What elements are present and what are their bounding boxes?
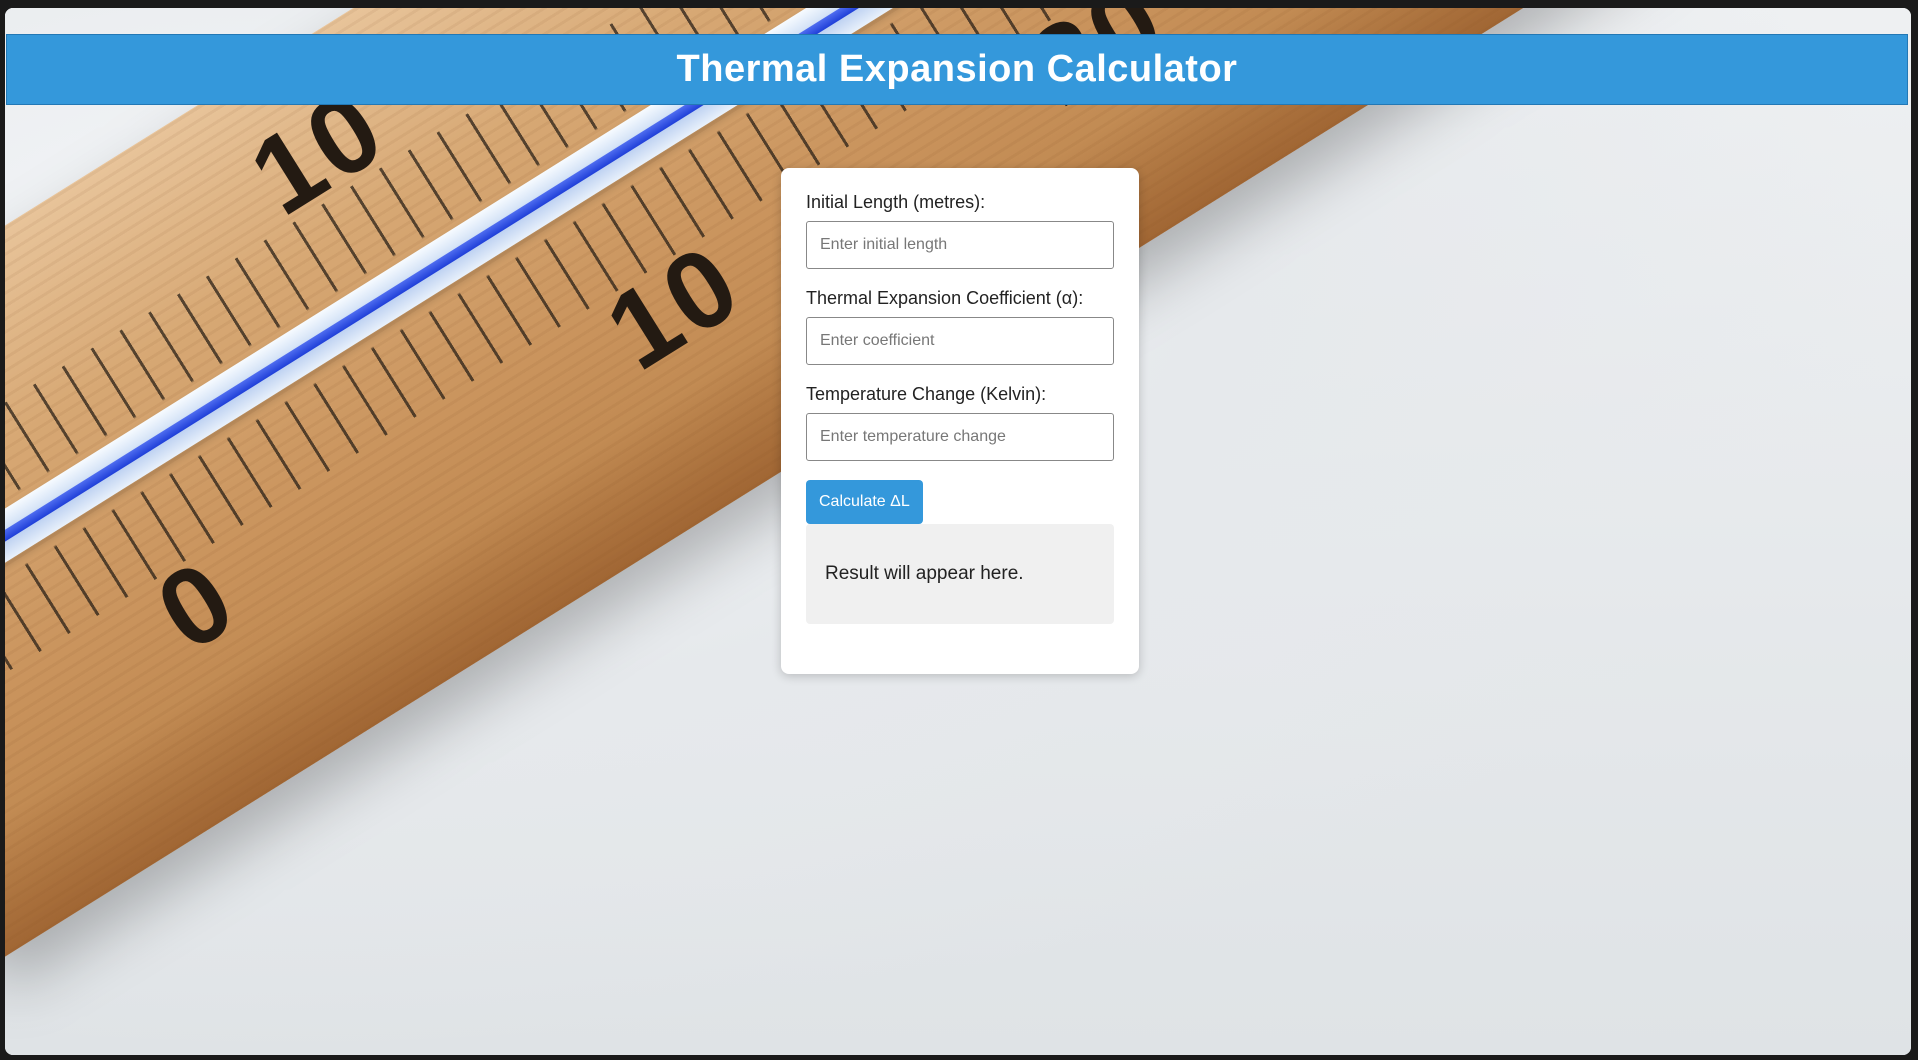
result-box: Result will appear here. [806,524,1114,624]
temperature-change-label: Temperature Change (Kelvin): [806,384,1047,404]
page-title: Thermal Expansion Calculator [676,48,1238,90]
temperature-change-input[interactable] [806,413,1114,461]
app-window: 0 10 20 30 40 10 20 Thermal Expansion Ca… [5,8,1911,1055]
initial-length-input[interactable] [806,221,1114,269]
calculator-card: Initial Length (metres): Thermal Expansi… [781,168,1139,674]
coefficient-input[interactable] [806,317,1114,365]
result-text: Result will appear here. [825,563,1024,584]
header-bar: Thermal Expansion Calculator [6,34,1908,105]
coefficient-label: Thermal Expansion Coefficient (α): [806,288,1084,308]
calculate-button[interactable]: Calculate ΔL [806,480,923,524]
initial-length-label: Initial Length (metres): [806,192,986,212]
